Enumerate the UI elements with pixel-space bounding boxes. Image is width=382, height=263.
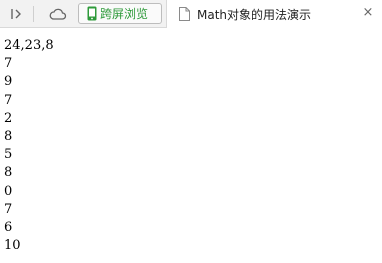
- toolbar-divider: [33, 6, 34, 22]
- output-line: 24,23,8: [4, 38, 54, 53]
- document-icon: [179, 7, 190, 21]
- phone-icon: [87, 6, 97, 21]
- cloud-icon[interactable]: [47, 4, 69, 24]
- output-line: 9: [4, 74, 13, 90]
- output-line: 7: [4, 92, 13, 108]
- output-line: 5: [4, 147, 13, 163]
- tab-math-demo[interactable]: Math对象的用法演示 ×: [166, 0, 382, 28]
- output-line: 8: [4, 128, 13, 144]
- close-icon[interactable]: ×: [360, 5, 376, 21]
- output-line: 7: [4, 56, 13, 72]
- output-line: 7: [4, 201, 13, 217]
- cross-screen-browse-label: 跨屏浏览: [100, 7, 149, 21]
- page-output: 24,23,8 7 9 7 2 8 5 8 0 7 6 10: [4, 37, 54, 255]
- output-line: 2: [4, 110, 13, 126]
- output-line: 6: [4, 219, 13, 235]
- browser-tab-bar: 跨屏浏览 Math对象的用法演示 ×: [0, 0, 382, 28]
- cross-screen-browse-button[interactable]: 跨屏浏览: [78, 3, 162, 24]
- output-line: 0: [4, 183, 13, 199]
- output-line: 8: [4, 165, 13, 181]
- sidebar-toggle-icon[interactable]: [6, 4, 28, 24]
- output-line: 10: [4, 238, 21, 254]
- tab-title: Math对象的用法演示: [197, 8, 312, 22]
